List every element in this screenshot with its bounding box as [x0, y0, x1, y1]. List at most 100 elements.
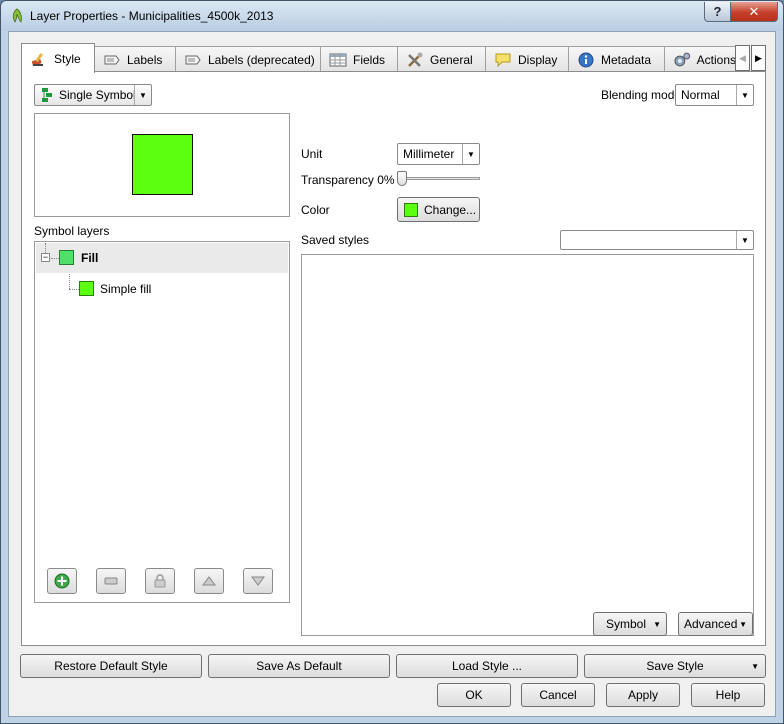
transparency-slider[interactable]: [397, 177, 480, 180]
chevron-down-icon: ▼: [739, 619, 747, 629]
help-button[interactable]: Help: [691, 683, 765, 707]
move-layer-up-button[interactable]: [194, 568, 224, 594]
qgis-logo-icon: [12, 8, 22, 23]
collapse-icon[interactable]: −: [41, 253, 50, 262]
blending-mode-select[interactable]: Normal ▼: [675, 84, 754, 106]
tab-fields[interactable]: Fields: [320, 46, 398, 72]
lock-layer-button[interactable]: [145, 568, 175, 594]
renderer-select[interactable]: Single Symbol ▼: [34, 84, 152, 106]
unit-value: Millimeter: [403, 147, 455, 161]
tab-label: Labels: [127, 52, 163, 67]
change-color-button[interactable]: Change...: [397, 197, 480, 222]
title-help-button[interactable]: ?: [704, 2, 731, 22]
save-style-button[interactable]: Save Style ▼: [584, 654, 766, 678]
save-as-default-button[interactable]: Save As Default: [208, 654, 390, 678]
layer-properties-window: Layer Properties - Municipalities_4500k_…: [0, 0, 784, 724]
chevron-down-icon: ▼: [134, 85, 151, 105]
apply-button[interactable]: Apply: [606, 683, 680, 707]
change-color-label: Change...: [424, 202, 477, 217]
symbol-menu-button[interactable]: Symbol ▼: [593, 612, 667, 636]
window-title: Layer Properties - Municipalities_4500k_…: [30, 9, 274, 23]
help-question-icon: ?: [713, 4, 722, 19]
move-layer-down-button[interactable]: [243, 568, 273, 594]
cancel-label: Cancel: [539, 688, 577, 702]
transparency-slider-handle[interactable]: [397, 171, 407, 186]
ok-label: OK: [465, 688, 483, 702]
cancel-button[interactable]: Cancel: [521, 683, 595, 707]
tree-row-fill[interactable]: − Fill: [36, 243, 288, 273]
tree-row-simple-fill[interactable]: Simple fill: [36, 274, 288, 304]
tab-metadata[interactable]: Metadata: [568, 46, 665, 72]
restore-default-style-button[interactable]: Restore Default Style: [20, 654, 202, 678]
restore-default-style-label: Restore Default Style: [54, 659, 168, 673]
remove-layer-button[interactable]: [96, 568, 126, 594]
chevron-left-icon: ◀: [739, 52, 746, 63]
load-style-button[interactable]: Load Style ...: [396, 654, 578, 678]
unit-select[interactable]: Millimeter ▼: [397, 143, 480, 165]
labels-icon: [104, 55, 120, 64]
chevron-down-icon: ▼: [653, 619, 661, 629]
tab-scroll-left-button[interactable]: ◀: [735, 45, 750, 71]
tree-item-simple-fill: Simple fill: [100, 282, 152, 296]
close-button[interactable]: ✕: [730, 2, 778, 22]
tab-display[interactable]: Display: [485, 46, 569, 72]
symbol-preview: [34, 113, 290, 217]
tab-label: Fields: [353, 52, 386, 67]
fill-layer-swatch: [59, 250, 74, 265]
tab-labels[interactable]: Labels: [94, 46, 176, 72]
ok-button[interactable]: OK: [437, 683, 511, 707]
title-bar[interactable]: Layer Properties - Municipalities_4500k_…: [1, 1, 783, 31]
advanced-button-label: Advanced: [684, 617, 738, 631]
chevron-down-icon: ▼: [462, 144, 479, 164]
renderer-value: Single Symbol: [59, 88, 136, 102]
tab-scroll-right-button[interactable]: ▶: [751, 45, 766, 71]
saved-styles-select[interactable]: ▼: [560, 230, 754, 250]
plus-icon: [54, 573, 70, 589]
single-symbol-icon: [42, 88, 52, 102]
tree-item-fill: Fill: [81, 251, 99, 265]
triangle-down-icon: [251, 576, 265, 586]
minus-icon: [104, 577, 118, 585]
close-icon: ✕: [748, 3, 760, 19]
labels-deprecated-icon: [185, 55, 201, 64]
symbol-layers-tree: − Fill Simple fill: [34, 241, 290, 603]
tab-general[interactable]: General: [397, 46, 486, 72]
symbol-button-label: Symbol: [606, 617, 647, 631]
triangle-up-icon: [202, 576, 216, 586]
symbol-preview-swatch: [132, 134, 193, 195]
chevron-down-icon: ▼: [751, 661, 759, 671]
color-swatch-icon: [404, 202, 418, 217]
tab-label: Actions: [696, 52, 736, 67]
tab-style[interactable]: Style: [21, 43, 95, 73]
table-icon: [329, 53, 347, 66]
saved-styles-list[interactable]: [301, 254, 754, 636]
saved-styles-label: Saved styles: [301, 233, 370, 247]
add-layer-button[interactable]: [47, 568, 77, 594]
tab-label: Display: [518, 52, 558, 67]
paintbrush-icon: [31, 52, 43, 66]
lock-icon: [154, 574, 166, 588]
blending-mode-label: Blending mode: [601, 88, 682, 102]
save-as-default-label: Save As Default: [256, 659, 342, 673]
tab-bar: Style Labels Labels (deprecated) Fields …: [21, 43, 766, 73]
dialog-client: Style Labels Labels (deprecated) Fields …: [8, 31, 776, 717]
advanced-menu-button[interactable]: Advanced ▼: [678, 612, 753, 636]
tree-line: [69, 289, 79, 290]
tab-label: Style: [54, 51, 81, 66]
simple-fill-swatch: [79, 281, 94, 296]
chevron-right-icon: ▶: [755, 52, 762, 63]
chevron-down-icon: ▼: [736, 85, 753, 105]
tree-line: [69, 274, 70, 289]
speech-bubble-icon: [495, 53, 511, 67]
save-style-label: Save Style: [646, 659, 704, 673]
info-icon: [578, 52, 594, 67]
tab-actions[interactable]: Actions: [664, 46, 737, 72]
help-label: Help: [715, 688, 741, 702]
blending-mode-value: Normal: [681, 88, 720, 102]
style-pane: Single Symbol ▼ Blending mode Normal ▼ S…: [21, 71, 766, 646]
tab-labels-deprecated[interactable]: Labels (deprecated): [175, 46, 321, 72]
chevron-down-icon: ▼: [736, 231, 753, 249]
color-label: Color: [301, 203, 330, 217]
symbol-layers-label: Symbol layers: [34, 224, 110, 238]
tab-label: General: [430, 52, 473, 67]
